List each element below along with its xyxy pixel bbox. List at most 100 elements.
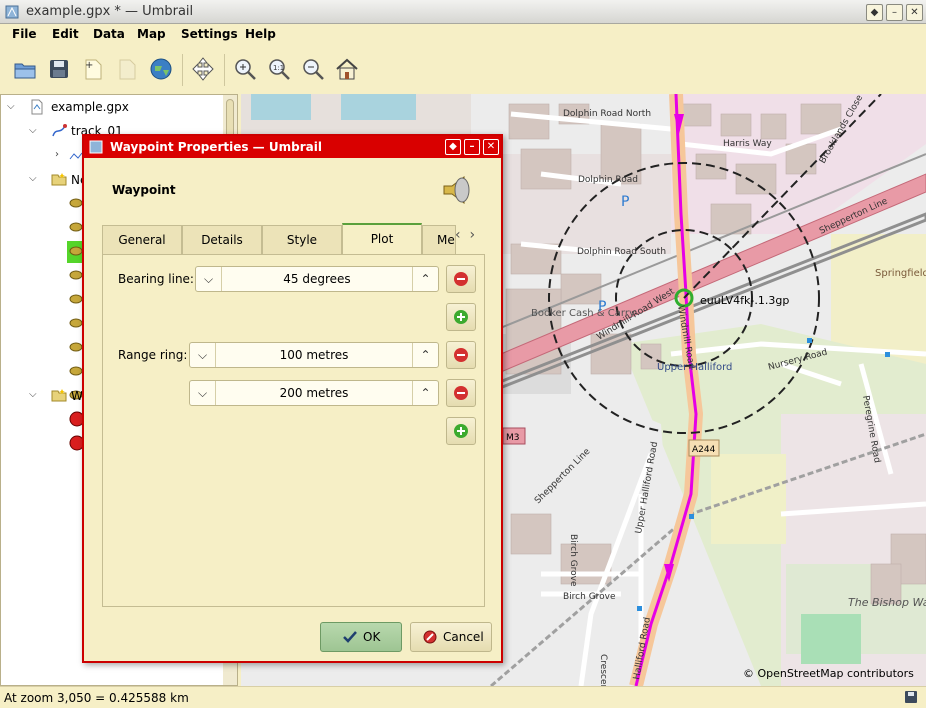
chevron-down-icon[interactable]: ⌵ (29, 389, 37, 400)
map-label: Dolphin Road South (577, 247, 666, 257)
bearing-line-stepper[interactable]: ⌵ 45 degrees ⌃ (195, 266, 439, 292)
new-note-icon[interactable] (114, 56, 140, 82)
chevron-down-icon[interactable]: ⌵ (7, 101, 15, 112)
chevron-up-icon[interactable]: ⌃ (412, 343, 438, 367)
speaker-icon (443, 176, 470, 204)
map-label: Booker Cash & Carry (531, 308, 635, 319)
svg-text:1:1: 1:1 (273, 64, 284, 72)
move-icon[interactable] (190, 56, 216, 82)
tree-item-root[interactable]: example.gpx (51, 100, 129, 114)
menu-map[interactable]: Map (137, 27, 166, 41)
chevron-down-icon[interactable]: ⌵ (190, 343, 216, 367)
remove-range-button-2[interactable] (446, 379, 476, 407)
close-window-button[interactable]: ✕ (906, 4, 923, 21)
folder-star-icon (51, 173, 67, 186)
tab-scroll-arrows[interactable]: ‹ › (455, 227, 485, 253)
segment-icon (69, 152, 83, 160)
chevron-right-icon[interactable]: › (470, 227, 476, 243)
dialog-title: Waypoint Properties — Umbrail (110, 140, 322, 154)
tab-style[interactable]: Style (262, 225, 342, 255)
map-label: A244 (692, 445, 716, 455)
cancel-icon (423, 630, 437, 644)
ok-button[interactable]: OK (320, 622, 402, 652)
chevron-down-icon[interactable]: ⌵ (29, 125, 37, 136)
minus-icon (454, 272, 468, 286)
plus-icon (454, 310, 468, 324)
zoom-in-icon[interactable] (232, 56, 258, 82)
app-icon (5, 5, 19, 19)
bearing-line-value[interactable]: 45 degrees (222, 272, 412, 286)
tab-plot[interactable]: Plot (342, 223, 422, 255)
toolbar-separator (224, 54, 225, 86)
map-label: Harris Way (723, 139, 772, 149)
tab-general[interactable]: General (102, 225, 182, 255)
bearing-line-label: Bearing line: (118, 272, 194, 286)
chevron-down-icon[interactable]: ⌵ (190, 381, 216, 405)
chevron-down-icon[interactable]: ⌵ (196, 267, 222, 291)
dialog-title-bar[interactable]: Waypoint Properties — Umbrail ◆ – ✕ (84, 136, 501, 158)
title-bar: example.gpx * — Umbrail ◆ – ✕ (0, 0, 926, 24)
tab-details[interactable]: Details (182, 225, 262, 255)
chevron-up-icon[interactable]: ⌃ (412, 267, 438, 291)
checkmark-icon (343, 631, 357, 643)
new-waypoint-icon[interactable]: + (80, 56, 106, 82)
range-ring-value-1[interactable]: 100 metres (216, 348, 412, 362)
map-label: Upper Halliford (657, 362, 732, 373)
minus-icon (454, 348, 468, 362)
minimize-icon[interactable]: – (464, 139, 480, 155)
waypoint-properties-dialog: Waypoint Properties — Umbrail ◆ – ✕ Wayp… (82, 134, 503, 663)
chevron-up-icon[interactable]: ⌃ (412, 381, 438, 405)
save-status-icon[interactable] (904, 690, 918, 704)
tab-metadata[interactable]: Met (422, 225, 456, 255)
menu-bar: File Edit Data Map Settings Help (0, 24, 926, 46)
dialog-heading: Waypoint (112, 183, 176, 197)
cancel-button[interactable]: Cancel (410, 622, 492, 652)
close-icon[interactable]: ✕ (483, 139, 499, 155)
range-ring-stepper-1[interactable]: ⌵ 100 metres ⌃ (189, 342, 439, 368)
toolbar-separator (182, 54, 183, 86)
map-label: P (621, 194, 629, 210)
save-icon[interactable] (46, 56, 72, 82)
add-bearing-button[interactable] (446, 303, 476, 331)
remove-bearing-button[interactable] (446, 265, 476, 293)
menu-settings[interactable]: Settings (181, 27, 238, 41)
chevron-left-icon[interactable]: ‹ (455, 227, 461, 243)
track-icon (52, 124, 67, 137)
open-icon[interactable] (12, 56, 38, 82)
folder-star-icon (51, 389, 67, 402)
minimize-button[interactable]: – (886, 4, 903, 21)
zoom-out-icon[interactable] (300, 56, 326, 82)
map-label: Springfield Primary School (875, 268, 926, 279)
range-ring-stepper-2[interactable]: ⌵ 200 metres ⌃ (189, 380, 439, 406)
range-ring-label: Range ring: (118, 348, 188, 362)
chevron-right-icon[interactable]: › (55, 149, 59, 160)
status-bar: At zoom 3,050 = 0.425588 km (0, 686, 926, 708)
map-label: P (598, 299, 606, 315)
add-range-button[interactable] (446, 417, 476, 445)
map-label: The Bishop Wand Church of England School (848, 596, 926, 609)
web-map-icon[interactable] (148, 56, 174, 82)
map-label: M3 (506, 433, 520, 443)
window-title: example.gpx * — Umbrail (26, 4, 194, 19)
menu-data[interactable]: Data (93, 27, 125, 41)
map-label: Birch Grove (563, 592, 616, 602)
map-label: Birch Grove (568, 534, 578, 587)
status-text: At zoom 3,050 = 0.425588 km (4, 691, 189, 705)
keep-above-button[interactable]: ◆ (866, 4, 883, 21)
chevron-down-icon[interactable]: ⌵ (29, 173, 37, 184)
home-icon[interactable] (334, 56, 360, 82)
menu-edit[interactable]: Edit (52, 27, 79, 41)
remove-range-button-1[interactable] (446, 341, 476, 369)
menu-help[interactable]: Help (245, 27, 276, 41)
waypoint-map-label: euuLV4fk-.1.3gp (700, 294, 789, 307)
plus-icon (454, 424, 468, 438)
menu-file[interactable]: File (12, 27, 37, 41)
map-label: Dolphin Road (578, 175, 638, 185)
range-ring-value-2[interactable]: 200 metres (216, 386, 412, 400)
keep-above-icon[interactable]: ◆ (445, 139, 461, 155)
map-label: Crescent Drive (598, 654, 608, 686)
svg-text:+: + (85, 60, 93, 71)
toolbar: + 1:1 (0, 46, 926, 94)
plot-tab-pane: Bearing line: ⌵ 45 degrees ⌃ Range ring:… (102, 254, 485, 607)
zoom-actual-icon[interactable]: 1:1 (266, 56, 292, 82)
